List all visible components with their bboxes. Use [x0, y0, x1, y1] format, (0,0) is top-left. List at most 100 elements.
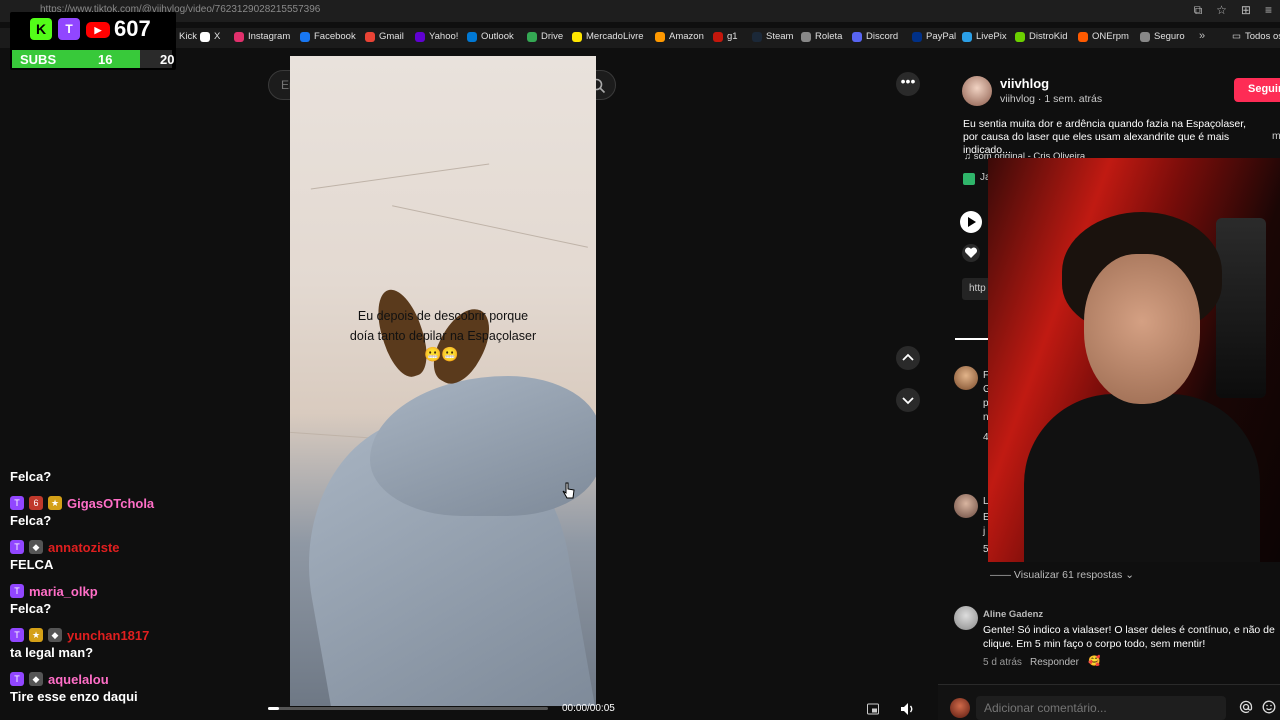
comment-time: 5 d atrás	[983, 657, 1022, 668]
reply-button[interactable]: Responder	[1030, 657, 1079, 668]
chat-message: T ◆ annatoziste FELCA	[10, 538, 120, 574]
bookmark-gmail[interactable]: Gmail	[365, 31, 404, 42]
commenter-avatar[interactable]	[954, 494, 978, 518]
commenter-avatar[interactable]	[954, 366, 978, 390]
emote-badge-icon: ◆	[29, 540, 43, 554]
roleta-icon	[801, 31, 811, 42]
bookmarks-bar: Kick X Instagram Facebook Gmail Yahoo! Outlook…	[0, 28, 1280, 48]
bookmark-label: Steam	[766, 31, 794, 42]
play-icon[interactable]	[960, 211, 982, 233]
previous-video-button[interactable]	[896, 346, 920, 370]
video-progress-bar[interactable]	[268, 707, 548, 710]
chat-username: annatoziste	[48, 539, 120, 555]
mention-icon[interactable]	[1239, 700, 1253, 714]
author-meta: viihvlog · 1 sem. atrás	[1000, 93, 1103, 105]
comment-input[interactable]	[976, 696, 1226, 720]
bookmark-paypal[interactable]: PayPal	[912, 31, 956, 42]
bookmark-star-icon[interactable]: ☆	[1216, 3, 1227, 18]
chat-message: T ◆ aquelalou Tire esse enzo daqui	[10, 670, 138, 706]
comment-username[interactable]: Aline Gadenz	[983, 609, 1043, 620]
bookmarks-overflow-button[interactable]: »	[1199, 30, 1205, 42]
extensions-icon[interactable]: ⊞	[1241, 3, 1251, 18]
bookmark-yahoo[interactable]: Yahoo!	[415, 31, 458, 42]
emoji-icon[interactable]	[1262, 700, 1276, 714]
chat-message: T 6 ★ GigasOTchola Felca?	[10, 494, 154, 530]
caption-line: Eu depois de descobrir porque	[357, 309, 529, 323]
bookmark-g1[interactable]: g1	[713, 31, 738, 42]
chat-text: Felca?	[10, 469, 52, 484]
floor-vein	[310, 163, 490, 190]
follow-button[interactable]: Seguir	[1234, 78, 1280, 102]
like-heart-icon[interactable]	[962, 244, 980, 262]
chat-username: aquelalou	[48, 671, 109, 687]
bookmark-label: LivePix	[976, 31, 1007, 42]
more-options-button[interactable]: •••	[896, 72, 920, 96]
x-icon	[200, 31, 210, 42]
commenter-avatar[interactable]	[954, 606, 978, 630]
comments-tab-underline	[955, 338, 989, 340]
chat-user-line: T ◆ annatoziste	[10, 538, 120, 556]
bookmark-instagram[interactable]: Instagram	[234, 31, 290, 42]
bookmark-label: Gmail	[379, 31, 404, 42]
subscriber-badge-icon: 6	[29, 496, 43, 510]
subs-goal-bar: SUBS 16 20	[12, 50, 175, 68]
play-triangle-icon	[968, 217, 976, 227]
discord-icon	[852, 31, 862, 42]
chat-user-line: T 6 ★ GigasOTchola	[10, 494, 154, 512]
bookmark-drive[interactable]: Drive	[527, 31, 563, 42]
video-time: 00:00/00:05	[562, 703, 615, 714]
chat-message: Felca?	[10, 468, 51, 486]
video-caption: Eu depois de descobrir porque doía tanto…	[290, 306, 596, 346]
viewer-count: 607	[114, 16, 151, 41]
volume-icon[interactable]	[900, 702, 916, 716]
bookmark-livepix[interactable]: LivePix	[962, 31, 1007, 42]
bookmark-amazon[interactable]: Amazon	[655, 31, 704, 42]
picture-in-picture-icon[interactable]	[866, 702, 880, 716]
subs-goal: 20	[160, 52, 175, 67]
bookmark-mercadolivre[interactable]: MercadoLivre	[572, 31, 644, 42]
bookmark-x[interactable]: X	[200, 31, 220, 42]
twitch-icon: T	[58, 18, 80, 40]
bookmark-label: Kick	[179, 31, 197, 42]
facebook-icon	[300, 31, 310, 42]
bookmark-label: Facebook	[314, 31, 356, 42]
bookmark-facebook[interactable]: Facebook	[300, 31, 356, 42]
bookmark-label: Instagram	[248, 31, 291, 42]
bookmark-discord[interactable]: Discord	[852, 31, 898, 42]
caption-line: doía tanto depilar na Espaçolaser	[349, 329, 537, 343]
menu-icon[interactable]: ≡	[1265, 3, 1272, 18]
bookmark-distrokid[interactable]: DistroKid	[1015, 31, 1068, 42]
onerpm-icon	[1078, 31, 1088, 42]
bookmark-label: X	[214, 31, 221, 42]
bookmark-onerpm[interactable]: ONErpm	[1078, 31, 1129, 42]
chat-text: Felca?	[10, 601, 52, 616]
view-replies-button[interactable]: —— Visualizar 61 respostas ⌄	[990, 569, 1134, 581]
bookmark-label: ONErpm	[1092, 31, 1129, 42]
g1-icon	[713, 31, 723, 42]
bookmark-label: DistroKid	[1029, 31, 1068, 42]
twitch-badge-icon: T	[10, 628, 24, 642]
creator-liked-icon: 🥰	[1088, 656, 1101, 667]
video-player[interactable]: Eu depois de descobrir porque doía tanto…	[290, 56, 596, 706]
subs-label: SUBS	[20, 52, 57, 67]
chat-username: GigasOTchola	[67, 495, 155, 511]
chat-text: FELCA	[10, 557, 54, 572]
author-name[interactable]: viivhlog	[1000, 76, 1049, 91]
author-avatar[interactable]	[962, 76, 992, 106]
chat-user-line: T ★ ◆ yunchan1817	[10, 626, 149, 644]
see-more-link[interactable]: m	[1272, 130, 1280, 142]
twitch-badge-icon: T	[10, 540, 24, 554]
streamer-body	[1024, 394, 1260, 562]
bookmark-seguro[interactable]: Seguro	[1140, 31, 1185, 42]
my-avatar	[950, 698, 970, 718]
bookmark-roleta[interactable]: Roleta	[801, 31, 842, 42]
bookmark-outlook[interactable]: Outlook	[467, 31, 514, 42]
outlook-icon	[467, 31, 477, 42]
folder-icon: ▭	[1232, 31, 1241, 42]
next-video-button[interactable]	[896, 388, 920, 412]
share-icon[interactable]: ⧉	[1194, 3, 1203, 18]
bookmark-steam[interactable]: Steam	[752, 31, 793, 42]
all-bookmarks-folder[interactable]: ▭Todos os favoritos	[1232, 31, 1280, 42]
bookmark-label: MercadoLivre	[586, 31, 644, 42]
floor-vein	[392, 205, 588, 248]
